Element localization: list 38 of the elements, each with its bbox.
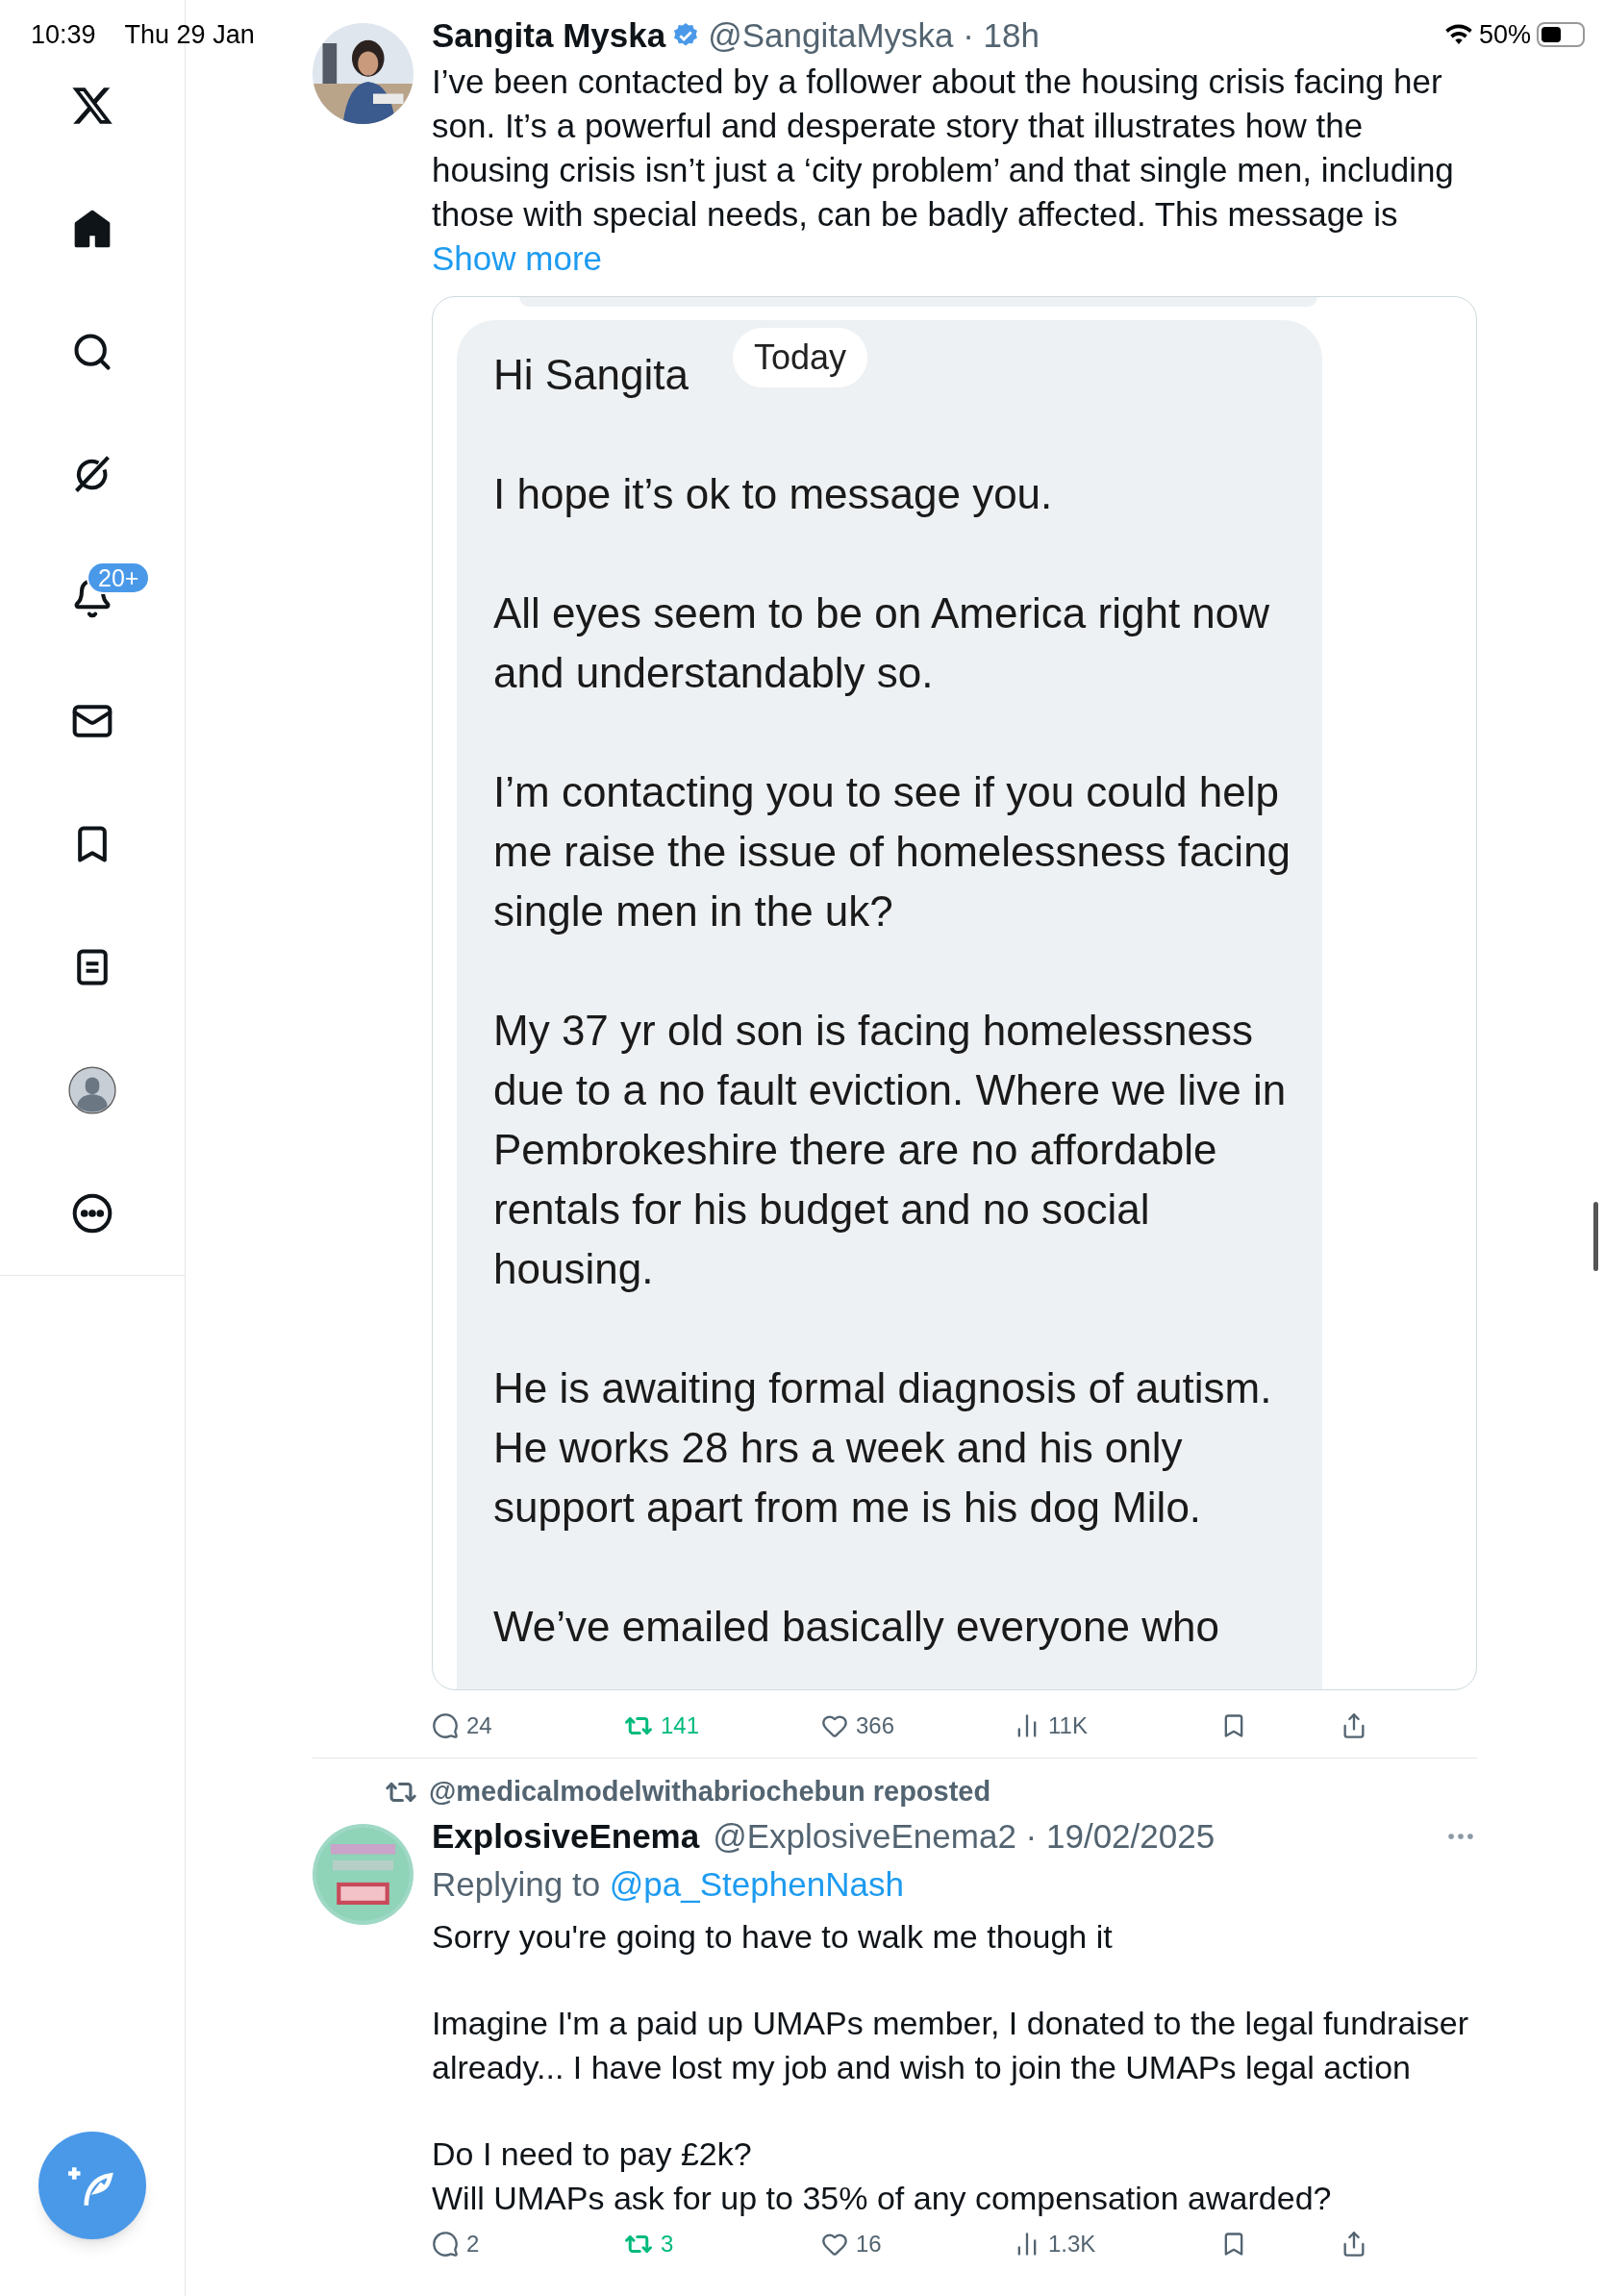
message-text: I hope it’s ok to message you. <box>493 469 1053 519</box>
date-pill: Today <box>733 328 868 387</box>
scrollbar[interactable] <box>1593 1202 1598 1271</box>
author-handle-time: @SangitaMyska · 18h <box>708 14 1040 56</box>
battery-percentage: 50% <box>1478 19 1531 51</box>
views-button[interactable]: 1.3K <box>1014 2227 1220 2261</box>
replying-to-text: Replying to @pa_StephenNash <box>432 1864 905 1905</box>
repost-label: @medicalmodelwithabriochebun reposted <box>429 1775 991 1809</box>
author-handle-time: @ExplosiveEnema2 · 19/02/2025 <box>713 1815 1216 1857</box>
author-name[interactable]: Sangita Myska <box>432 10 666 62</box>
more-icon[interactable] <box>71 1192 113 1235</box>
like-button[interactable]: 16 <box>821 2227 1014 2261</box>
reply-icon <box>432 1712 459 1739</box>
message-text: All eyes seem to be on America right now and understandably so. <box>493 588 1271 698</box>
reply-button[interactable]: 2 <box>432 2227 624 2261</box>
post-text: Do I need to pay £2k? Will UMAPs ask for up to 35% of any compensation awarded? <box>432 2134 1333 2218</box>
message-text: We’ve emailed basically everyone who <box>493 1602 1219 1652</box>
post-text: Sorry you're going to have to walk me though it <box>432 1917 1114 1957</box>
status-date: Thu 29 Jan <box>124 19 255 51</box>
post-text: Imagine I'm a paid up UMAPs member, I donated to the legal fundraiser already... I have lost my job and wish to join the UMAPs legal action <box>432 2004 1470 2087</box>
author-name[interactable]: ExplosiveEnema <box>432 1810 700 1862</box>
message-text: My 37 yr old son is facing homelessness due to a no fault eviction. Where we live in Pembrokeshire there are no affordable rentals for his budget and no social housing. <box>493 1006 1288 1294</box>
notification-badge: 20+ <box>87 562 151 594</box>
message-text: I’m contacting you to see if you could help me raise the issue of homelessness facing single men in the uk? <box>493 767 1292 936</box>
profile-avatar-icon[interactable] <box>68 1066 116 1114</box>
reply-icon <box>432 2231 459 2258</box>
status-time: 10:39 <box>31 19 96 51</box>
message-text: Hi Sangita <box>493 350 689 400</box>
heart-icon <box>821 1712 848 1739</box>
heart-icon <box>821 2231 848 2258</box>
reply-button[interactable]: 24 <box>432 1709 624 1743</box>
post-text: I’ve been contacted by a follower about the housing crisis facing her son. It’s a powerful and desperate story that illustrates how the housing crisis isn’t just a ‘city problem’ and that single men, including those with special needs, can be badly affected. This message is Show more <box>432 62 1455 279</box>
message-text: He is awaiting formal diagnosis of autism. He works 28 hrs a week and his only support apart from me is his dog Milo. <box>493 1363 1273 1533</box>
views-button[interactable]: 11K <box>1014 1709 1220 1743</box>
like-button[interactable]: 366 <box>821 1709 1014 1743</box>
battery-icon <box>1537 22 1585 48</box>
search-icon[interactable] <box>71 331 113 373</box>
quoted-image-card[interactable] <box>432 296 1477 1690</box>
